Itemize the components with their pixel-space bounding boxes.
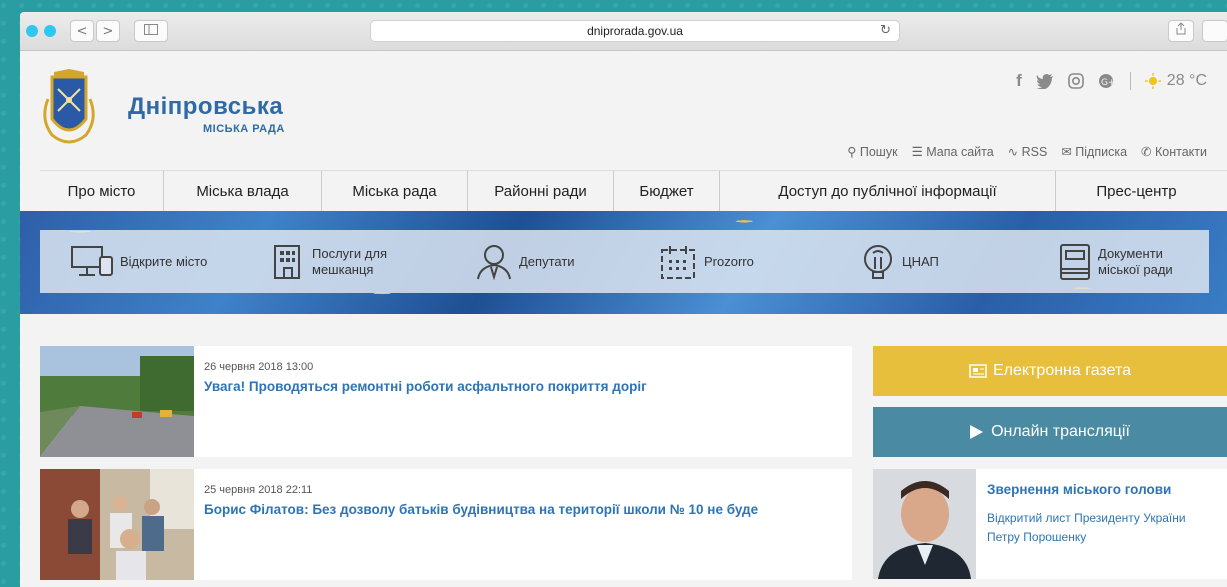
- search-icon: ⚲: [847, 145, 860, 159]
- mayor-photo[interactable]: [873, 469, 976, 579]
- utility-link-sitemap[interactable]: ☰ Мапа сайта: [912, 144, 994, 159]
- utility-link-subscribe[interactable]: ✉ Підписка: [1061, 144, 1127, 159]
- window-minimize-button[interactable]: [44, 25, 56, 37]
- browser-toolbar: < > dniprorada.gov.ua ↻: [20, 12, 1227, 51]
- e-newspaper-button[interactable]: Електронна газета: [873, 346, 1227, 396]
- social-links: f G+ 28 °C: [1016, 71, 1207, 91]
- main-navigation: Про місто Міська влада Міська рада Район…: [40, 170, 1227, 211]
- document-icon: [1060, 243, 1090, 280]
- shortcut-label: Відкрите місто: [120, 253, 208, 269]
- news-item[interactable]: 26 червня 2018 13:00 Увага! Проводяться …: [40, 346, 852, 457]
- lightbulb-icon: [864, 244, 892, 279]
- reload-icon[interactable]: ↻: [880, 21, 891, 41]
- twitter-icon[interactable]: [1035, 73, 1054, 89]
- browser-window: < > dniprorada.gov.ua ↻ Дніпровська МІСЬ…: [20, 12, 1227, 587]
- shortcut-resident-services[interactable]: Послуги для мешканця: [272, 244, 402, 280]
- url-text: dniprorada.gov.ua: [587, 24, 683, 38]
- news-thumbnail-meeting[interactable]: [40, 469, 194, 580]
- divider: [1129, 72, 1131, 90]
- address-bar[interactable]: dniprorada.gov.ua ↻: [370, 20, 900, 42]
- city-crest-logo[interactable]: [40, 69, 98, 151]
- e-newspaper-label: Електронна газета: [993, 362, 1131, 379]
- person-icon: [477, 244, 511, 280]
- phone-icon: ✆: [1141, 145, 1155, 159]
- nav-item-about-city[interactable]: Про місто: [40, 171, 164, 211]
- mail-icon: ✉: [1061, 145, 1076, 159]
- sidebar-toggle-button[interactable]: [134, 20, 168, 42]
- mayor-address-text[interactable]: Відкритий лист Президенту України Петру …: [987, 509, 1207, 547]
- utility-link-rss[interactable]: ∿ RSS: [1008, 144, 1048, 159]
- temperature: 28 °C: [1166, 72, 1207, 89]
- play-icon: [970, 425, 984, 439]
- shortcut-label: ЦНАП: [902, 253, 939, 269]
- nav-item-district-councils[interactable]: Районні ради: [468, 171, 614, 211]
- shortcut-label: Документи міської ради: [1098, 245, 1173, 277]
- mayor-address-card[interactable]: Звернення міського голови Відкритий лист…: [873, 469, 1227, 579]
- nav-item-city-council[interactable]: Міська рада: [322, 171, 468, 211]
- window-close-button[interactable]: [26, 25, 38, 37]
- newspaper-icon: [969, 364, 987, 378]
- news-title[interactable]: Борис Філатов: Без дозволу батьків будів…: [204, 502, 758, 517]
- tabs-button[interactable]: [1202, 20, 1227, 42]
- shortcut-open-city[interactable]: Відкрите місто: [70, 245, 207, 279]
- shortcut-banner: Відкрите місто Послуги для мешканця Депу…: [20, 211, 1227, 314]
- google-plus-icon[interactable]: G+: [1098, 73, 1116, 89]
- news-date: 26 червня 2018 13:00: [204, 361, 314, 373]
- monitor-icon: [71, 245, 113, 276]
- calendar-icon: [661, 245, 695, 279]
- utility-label: Підписка: [1075, 145, 1128, 159]
- site-header: Дніпровська МІСЬКА РАДА f G+ 28 °C ⚲ Пош…: [20, 51, 1227, 166]
- shortcut-council-documents[interactable]: Документи міської ради: [1058, 243, 1208, 281]
- nav-item-public-info[interactable]: Доступ до публічної інформації: [720, 171, 1056, 211]
- facebook-icon[interactable]: f: [1016, 71, 1022, 91]
- news-title[interactable]: Увага! Проводяться ремонтні роботи асфал…: [204, 379, 647, 394]
- mayor-address-heading[interactable]: Звернення міського голови: [987, 482, 1171, 497]
- news-date: 25 червня 2018 22:11: [204, 484, 313, 496]
- shortcut-label: Prozorro: [704, 253, 754, 269]
- utility-links: ⚲ Пошук ☰ Мапа сайта ∿ RSS ✉ Підписка ✆ …: [847, 144, 1207, 159]
- news-thumbnail-road[interactable]: [40, 346, 194, 457]
- shortcut-label: Послуги для мешканця: [312, 245, 387, 277]
- instagram-icon[interactable]: [1067, 73, 1084, 89]
- utility-link-contacts[interactable]: ✆ Контакти: [1141, 144, 1207, 159]
- sidebar-icon: [144, 24, 158, 35]
- sun-icon: [1144, 73, 1161, 89]
- utility-label: Пошук: [859, 145, 898, 159]
- shortcut-prozorro[interactable]: Prozorro: [658, 244, 754, 280]
- nav-item-press-center[interactable]: Прес-центр: [1056, 171, 1217, 211]
- share-icon: [1176, 22, 1186, 35]
- rss-icon: ∿: [1007, 145, 1022, 159]
- shortcut-bar: Відкрите місто Послуги для мешканця Депу…: [40, 230, 1209, 293]
- site-brand[interactable]: Дніпровська МІСЬКА РАДА: [128, 93, 285, 135]
- forward-button[interactable]: >: [96, 20, 120, 42]
- utility-link-search[interactable]: ⚲ Пошук: [847, 144, 897, 159]
- shortcut-label: Депутати: [519, 253, 575, 269]
- utility-label: Контакти: [1155, 145, 1207, 159]
- utility-label: RSS: [1021, 145, 1048, 159]
- nav-item-budget[interactable]: Бюджет: [614, 171, 720, 211]
- weather-widget: 28 °C: [1144, 72, 1207, 90]
- sitemap-icon: ☰: [911, 145, 927, 159]
- brand-name: Дніпровська: [128, 93, 284, 120]
- back-button[interactable]: <: [70, 20, 94, 42]
- brand-subtitle: МІСЬКА РАДА: [203, 123, 285, 135]
- online-broadcast-button[interactable]: Онлайн трансляції: [873, 407, 1227, 457]
- online-broadcast-label: Онлайн трансляції: [991, 423, 1130, 440]
- shortcut-deputies[interactable]: Депутати: [475, 243, 575, 281]
- building-icon: [274, 244, 300, 279]
- utility-label: Мапа сайта: [926, 145, 994, 159]
- shortcut-tsnap[interactable]: ЦНАП: [860, 243, 939, 281]
- nav-item-city-government[interactable]: Міська влада: [164, 171, 322, 211]
- svg-text:G+: G+: [1101, 78, 1116, 88]
- share-button[interactable]: [1168, 20, 1194, 42]
- news-item[interactable]: 25 червня 2018 22:11 Борис Філатов: Без …: [40, 469, 852, 580]
